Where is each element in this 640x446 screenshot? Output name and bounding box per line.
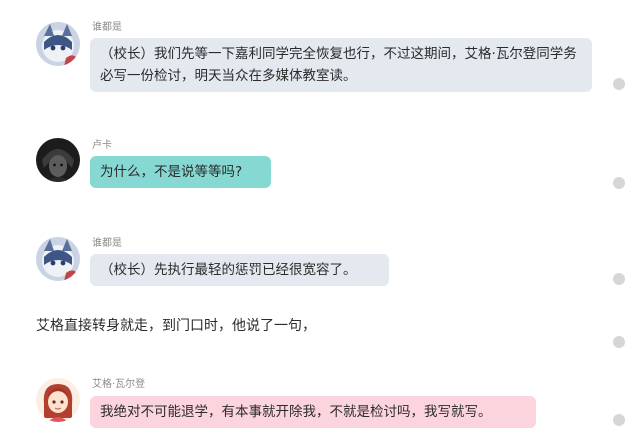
message-bubble: 我绝对不可能退学，有本事就开除我，不就是检讨吗，我写就写。 <box>90 396 536 428</box>
message-bubble: 为什么，不是说等等吗? <box>90 156 271 188</box>
avatar-red-hair-girl[interactable] <box>36 378 80 422</box>
scroll-dot[interactable] <box>613 414 625 426</box>
narration-text: 艾格直接转身就走，到门口时，他说了一句， <box>36 318 316 334</box>
message-bubble: （校长）我们先等一下嘉利同学完全恢复也行，不过这期间，艾格·瓦尔登同学务必写一份… <box>90 38 592 92</box>
speaker-name: 艾格·瓦尔登 <box>92 379 146 390</box>
scroll-dot[interactable] <box>613 177 625 189</box>
avatar-cat-ears[interactable] <box>36 22 80 66</box>
message-bubble: （校长）先执行最轻的惩罚已经很宽容了。 <box>90 254 389 286</box>
scroll-dot[interactable] <box>613 336 625 348</box>
scroll-dot[interactable] <box>613 78 625 90</box>
speaker-name: 谁都是 <box>92 22 122 33</box>
speaker-name: 卢卡 <box>92 140 112 151</box>
speaker-name: 谁都是 <box>92 238 122 249</box>
avatar-cat-ears[interactable] <box>36 237 80 281</box>
avatar-dark-boy[interactable] <box>36 138 80 182</box>
scroll-dot[interactable] <box>613 273 625 285</box>
